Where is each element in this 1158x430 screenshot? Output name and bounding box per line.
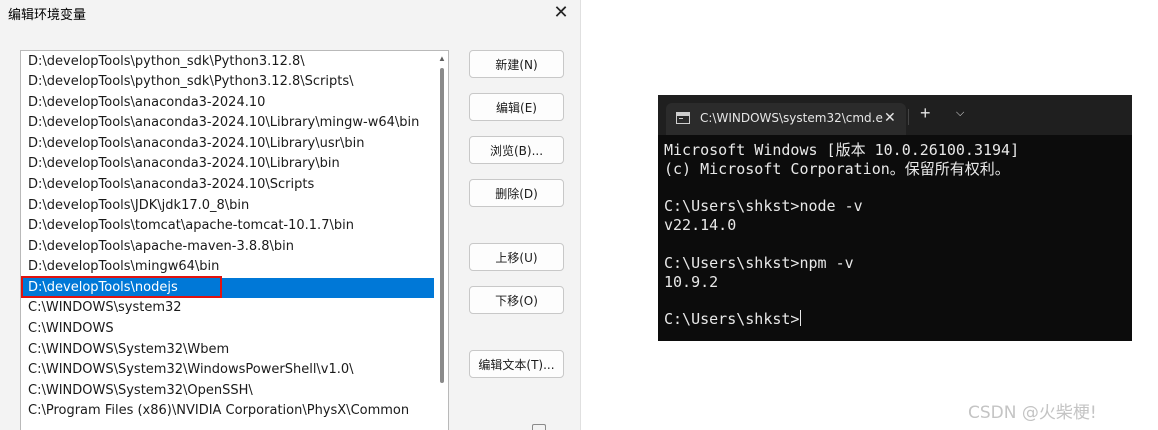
console-prompt-line: C:\Users\shkst> xyxy=(664,310,1128,329)
path-list-item[interactable]: C:\WINDOWS\system32 xyxy=(22,298,434,318)
path-list-item[interactable]: D:\developTools\tomcat\apache-tomcat-10.… xyxy=(22,216,434,236)
terminal-window: C:\WINDOWS\system32\cmd.e ✕ + ⌵ Microsof… xyxy=(658,95,1132,341)
terminal-tab-title: C:\WINDOWS\system32\cmd.e xyxy=(700,111,883,125)
console-line: (c) Microsoft Corporation。保留所有权利。 xyxy=(664,159,1010,178)
path-list-item[interactable]: D:\developTools\JDK\jdk17.0_8\bin xyxy=(22,196,434,216)
resize-grip-icon xyxy=(532,424,546,430)
delete-button[interactable]: 删除(D) xyxy=(469,179,564,207)
new-tab-button[interactable]: + xyxy=(920,103,931,124)
path-list-item[interactable]: C:\WINDOWS xyxy=(22,319,434,339)
dialog-close-button[interactable]: ✕ xyxy=(548,0,574,24)
path-list-item[interactable]: D:\developTools\apache-maven-3.8.8\bin xyxy=(22,237,434,257)
path-list-item[interactable]: C:\WINDOWS\System32\OpenSSH\ xyxy=(22,381,434,401)
edit-button[interactable]: 编辑(E) xyxy=(469,93,564,121)
path-list-item[interactable]: D:\developTools\anaconda3-2024.10\Script… xyxy=(22,175,434,195)
path-list-item[interactable]: D:\developTools\python_sdk\Python3.12.8\ xyxy=(22,52,434,72)
path-list-item-selected[interactable]: D:\developTools\nodejs xyxy=(22,278,434,298)
tab-divider xyxy=(908,109,909,125)
text-cursor xyxy=(800,310,802,327)
scroll-up-arrow-icon[interactable]: ▲ xyxy=(436,53,448,63)
console-line: C:\Users\shkst>node -v xyxy=(664,197,863,216)
close-icon[interactable]: ✕ xyxy=(884,109,896,126)
path-list-item[interactable]: D:\developTools\python_sdk\Python3.12.8\… xyxy=(22,72,434,92)
edit-text-button[interactable]: 编辑文本(T)... xyxy=(469,350,564,378)
new-button[interactable]: 新建(N) xyxy=(469,50,564,78)
terminal-icon xyxy=(676,112,690,124)
terminal-tab[interactable]: C:\WINDOWS\system32\cmd.e ✕ xyxy=(666,103,906,135)
terminal-tab-bar: C:\WINDOWS\system32\cmd.e ✕ + ⌵ xyxy=(658,95,1132,135)
path-list[interactable]: D:\developTools\python_sdk\Python3.12.8\… xyxy=(20,50,449,430)
path-list-item[interactable]: D:\developTools\anaconda3-2024.10\Librar… xyxy=(22,113,434,133)
close-icon: ✕ xyxy=(553,1,569,22)
console-line: Microsoft Windows [版本 10.0.26100.3194] xyxy=(664,141,1020,159)
path-list-item[interactable]: D:\developTools\anaconda3-2024.10\Librar… xyxy=(22,154,434,174)
path-list-item[interactable]: C:\WINDOWS\System32\Wbem xyxy=(22,340,434,360)
console-output[interactable]: Microsoft Windows [版本 10.0.26100.3194] (c… xyxy=(664,141,1128,329)
path-list-item[interactable]: D:\developTools\anaconda3-2024.10\Librar… xyxy=(22,134,434,154)
console-prompt: C:\Users\shkst> xyxy=(664,310,800,329)
move-down-button[interactable]: 下移(O) xyxy=(469,286,564,314)
dialog-title: 编辑环境变量 xyxy=(8,8,87,23)
console-line: C:\Users\shkst>npm -v xyxy=(664,253,854,272)
move-up-button[interactable]: 上移(U) xyxy=(469,243,564,271)
console-line: 10.9.2 xyxy=(664,272,719,291)
path-list-item[interactable]: D:\developTools\mingw64\bin xyxy=(22,257,434,277)
path-list-item[interactable]: D:\developTools\anaconda3-2024.10 xyxy=(22,93,434,113)
console-line: v22.14.0 xyxy=(664,216,737,235)
path-list-item[interactable]: C:\Program Files (x86)\NVIDIA Corporatio… xyxy=(22,401,434,421)
chevron-down-icon[interactable]: ⌵ xyxy=(956,107,964,120)
vertical-scrollbar[interactable] xyxy=(440,68,444,383)
browse-button[interactable]: 浏览(B)... xyxy=(469,136,564,164)
watermark: CSDN @火柴梗! xyxy=(968,403,1097,423)
path-list-item[interactable]: C:\WINDOWS\System32\WindowsPowerShell\v1… xyxy=(22,360,434,380)
edit-env-var-dialog: 编辑环境变量 ✕ D:\developTools\python_sdk\Pyth… xyxy=(0,0,581,430)
